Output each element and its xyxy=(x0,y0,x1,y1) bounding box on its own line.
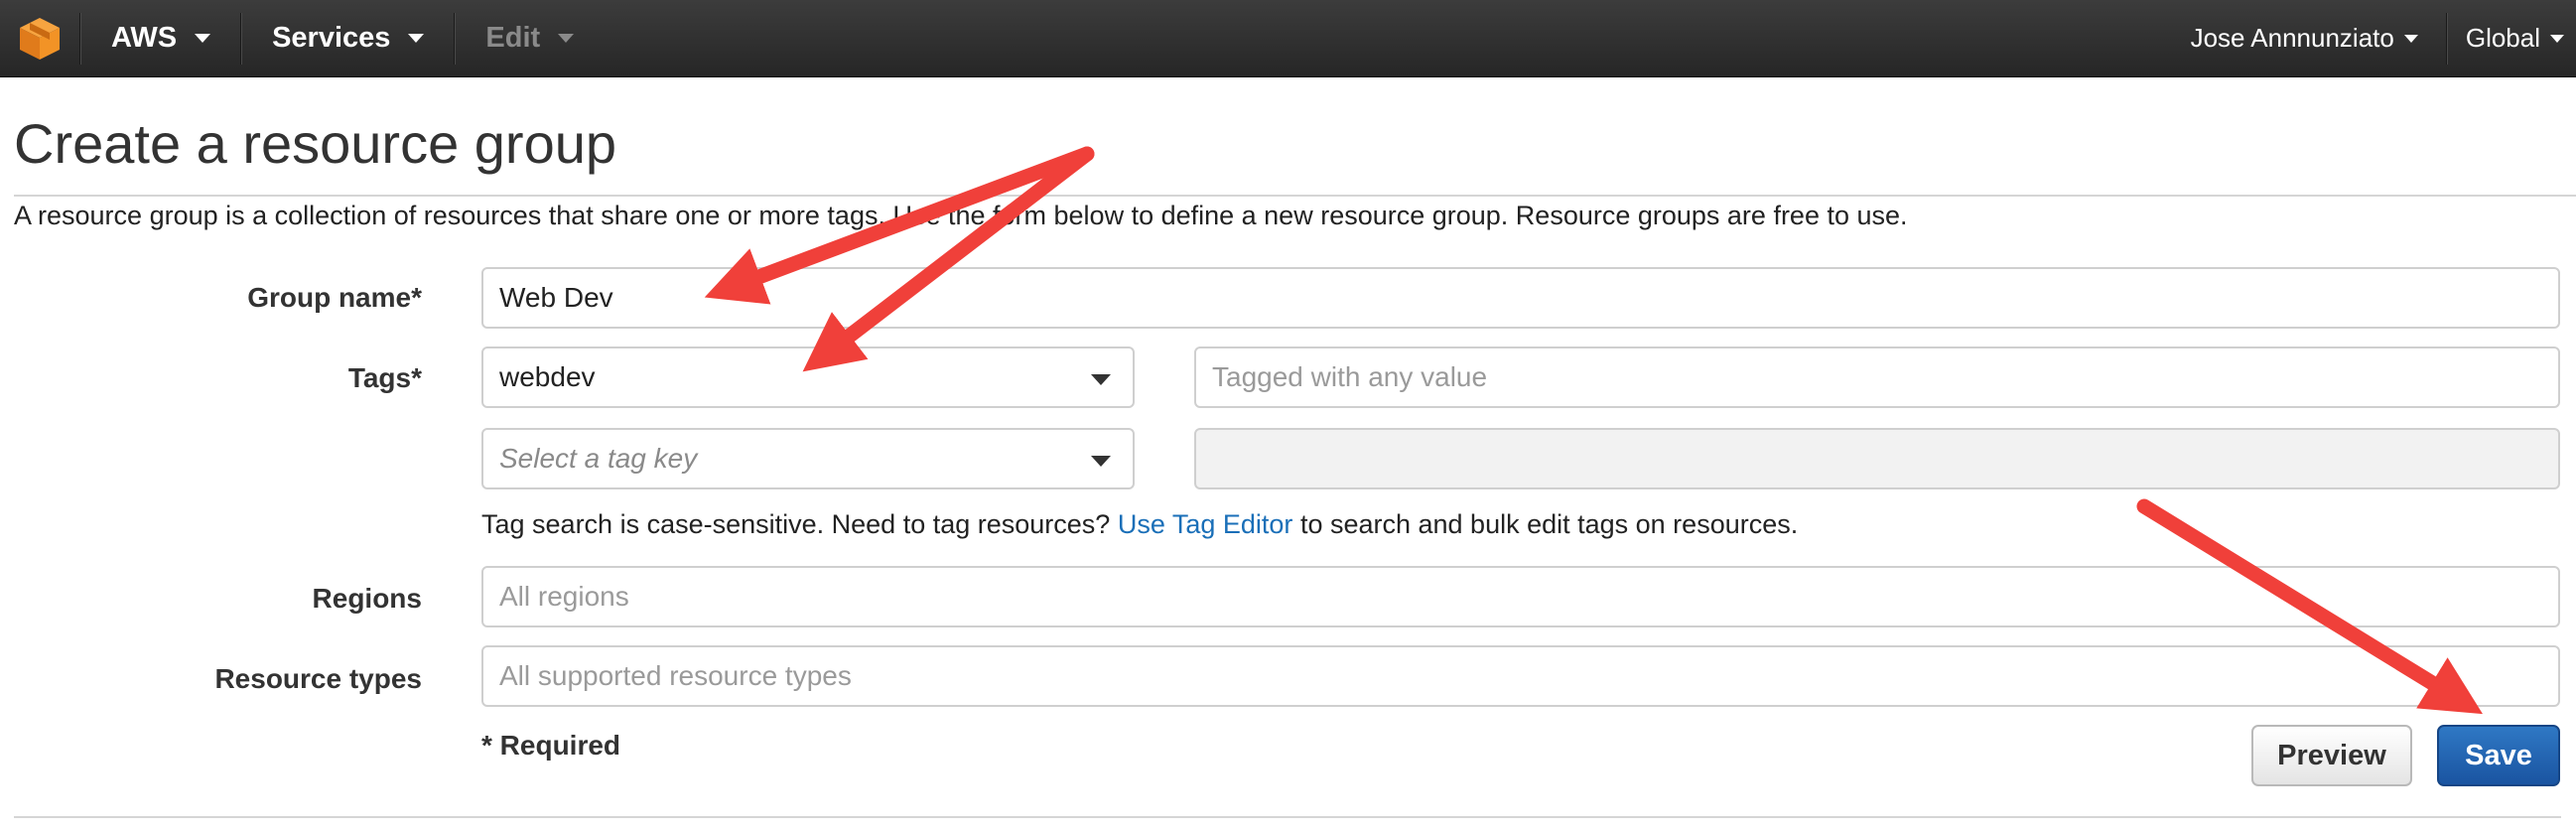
group-name-value: Web Dev xyxy=(499,282,613,313)
aws-menu-label: AWS xyxy=(111,22,178,54)
chevron-down-icon xyxy=(2403,34,2418,43)
tag-search-hint: Tag search is case-sensitive. Need to ta… xyxy=(481,509,1798,540)
bottom-divider xyxy=(14,816,2561,818)
chevron-down-icon xyxy=(408,34,425,43)
tag-key-select-1[interactable]: webdev xyxy=(481,347,1135,408)
regions-input[interactable]: All regions xyxy=(481,566,2560,627)
group-name-input[interactable]: Web Dev xyxy=(481,267,2560,329)
tag-value-placeholder: Tagged with any value xyxy=(1212,361,1488,392)
page-description: A resource group is a collection of reso… xyxy=(14,201,1908,230)
group-name-label: Group name* xyxy=(247,282,422,313)
chevron-down-icon xyxy=(1091,456,1111,467)
region-menu-label: Global xyxy=(2465,23,2540,53)
nav-right-group: Jose Annnunziato Global xyxy=(2163,0,2576,77)
resource-types-label: Resource types xyxy=(214,663,422,694)
use-tag-editor-link[interactable]: Use Tag Editor xyxy=(1118,509,1293,539)
tag-value-input-1[interactable]: Tagged with any value xyxy=(1194,347,2560,408)
services-menu-label: Services xyxy=(272,22,391,54)
resource-types-placeholder: All supported resource types xyxy=(499,660,852,691)
regions-label: Regions xyxy=(312,583,422,614)
chevron-down-icon xyxy=(558,34,575,43)
tag-key-select-2[interactable]: Select a tag key xyxy=(481,428,1135,489)
user-menu-label: Jose Annnunziato xyxy=(2190,23,2394,53)
resource-types-input[interactable]: All supported resource types xyxy=(481,645,2560,707)
regions-placeholder: All regions xyxy=(499,581,629,612)
title-divider xyxy=(14,195,2576,197)
edit-menu-label: Edit xyxy=(485,22,541,54)
tag-value-input-2 xyxy=(1194,428,2560,489)
tag-key-value: webdev xyxy=(499,361,596,392)
top-navigation-bar: AWS Services Edit Jose Annnunziato Globa… xyxy=(0,0,2576,77)
chevron-down-icon xyxy=(2550,34,2564,43)
region-menu[interactable]: Global xyxy=(2448,0,2576,77)
services-menu[interactable]: Services xyxy=(242,0,454,77)
required-note: * Required xyxy=(481,730,621,761)
aws-menu[interactable]: AWS xyxy=(81,0,240,77)
edit-menu[interactable]: Edit xyxy=(456,0,604,77)
page-title: Create a resource group xyxy=(14,112,617,175)
hint-text-after: to search and bulk edit tags on resource… xyxy=(1292,509,1799,539)
aws-cube-icon[interactable] xyxy=(0,0,79,77)
tags-label: Tags* xyxy=(347,362,422,393)
hint-text-before: Tag search is case-sensitive. Need to ta… xyxy=(481,509,1118,539)
user-menu[interactable]: Jose Annnunziato xyxy=(2163,0,2446,77)
chevron-down-icon xyxy=(1091,374,1111,385)
chevron-down-icon xyxy=(195,34,211,43)
preview-button[interactable]: Preview xyxy=(2251,725,2412,786)
tag-key-placeholder: Select a tag key xyxy=(499,443,698,474)
save-button[interactable]: Save xyxy=(2437,725,2560,786)
